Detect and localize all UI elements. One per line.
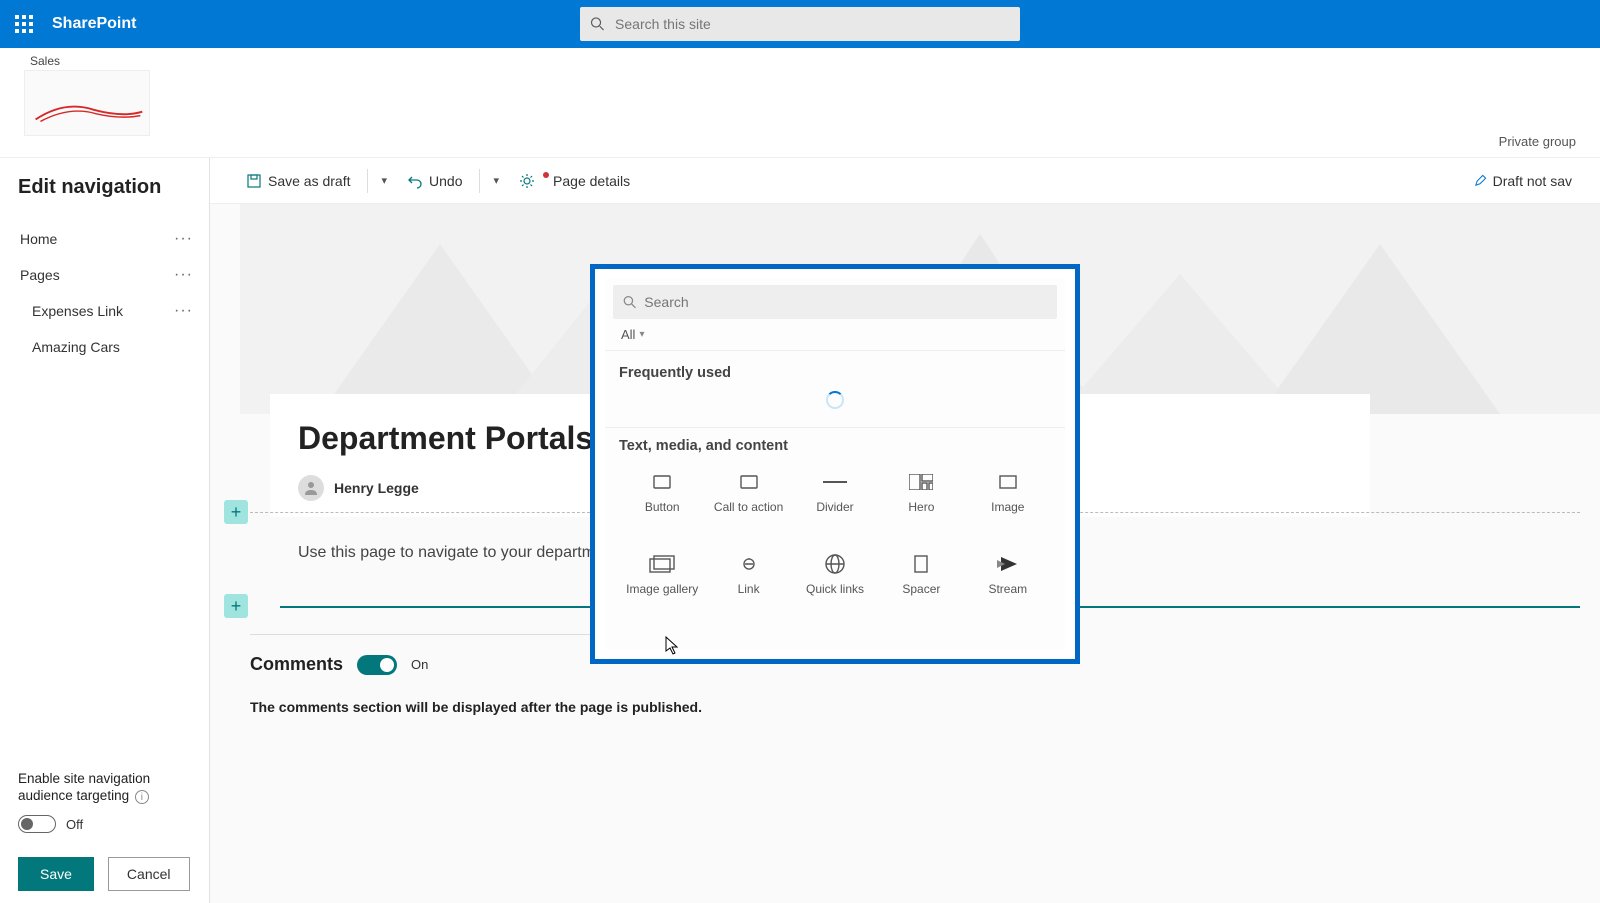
suite-search-box[interactable] bbox=[580, 7, 1020, 41]
nav-item-amazing-cars[interactable]: Amazing Cars ··· bbox=[18, 329, 195, 365]
info-icon[interactable]: i bbox=[135, 790, 149, 804]
comments-heading: Comments bbox=[250, 654, 343, 675]
picker-category-filter[interactable]: All ▾ bbox=[605, 319, 1065, 351]
webpart-spacer[interactable]: Spacer bbox=[878, 546, 964, 622]
separator bbox=[367, 169, 368, 193]
webpart-hero[interactable]: Hero bbox=[878, 464, 964, 540]
loading-spinner-icon bbox=[826, 391, 844, 409]
picker-section-heading: Frequently used bbox=[619, 365, 1051, 381]
image-icon bbox=[999, 475, 1017, 489]
cta-icon bbox=[740, 475, 758, 489]
webpart-image-gallery[interactable]: Image gallery bbox=[619, 546, 705, 622]
picker-section-heading: Text, media, and content bbox=[619, 438, 1051, 454]
section-divider bbox=[250, 512, 590, 513]
page-command-bar: Save as draft ▾ Undo ▾ Page details Draf… bbox=[210, 158, 1600, 204]
page-canvas: Department Portals Henry Legge + Use thi… bbox=[210, 204, 1600, 903]
webpart-image[interactable]: Image bbox=[965, 464, 1051, 540]
picker-search-box[interactable] bbox=[613, 285, 1057, 319]
hr bbox=[605, 427, 1065, 428]
page-details-button[interactable]: Page details bbox=[511, 167, 638, 195]
comments-toggle-state: On bbox=[411, 657, 428, 672]
search-icon bbox=[590, 16, 605, 32]
webpart-link[interactable]: Link bbox=[705, 546, 791, 622]
webpart-stream[interactable]: Stream bbox=[965, 546, 1051, 622]
app-name: SharePoint bbox=[52, 15, 136, 33]
nav-item-label: Pages bbox=[20, 267, 60, 283]
webpart-quick-links[interactable]: Quick links bbox=[792, 546, 878, 622]
nav-item-home[interactable]: Home ··· bbox=[18, 221, 195, 257]
nav-item-label: Home bbox=[20, 231, 57, 247]
comments-placeholder-text: The comments section will be displayed a… bbox=[250, 699, 702, 715]
globe-icon bbox=[824, 553, 846, 575]
waffle-icon bbox=[15, 15, 33, 33]
hero-icon bbox=[909, 474, 933, 490]
undo-icon bbox=[407, 173, 423, 189]
divider-icon bbox=[823, 480, 847, 484]
spacer-icon bbox=[914, 555, 928, 573]
group-privacy-label: Private group bbox=[1499, 134, 1576, 149]
gear-icon bbox=[519, 173, 535, 189]
gallery-icon bbox=[649, 555, 675, 573]
author-avatar[interactable] bbox=[298, 475, 324, 501]
webpart-divider[interactable]: Divider bbox=[792, 464, 878, 540]
stream-icon bbox=[997, 555, 1019, 573]
audience-targeting-label: Enable site navigation audience targetin… bbox=[18, 770, 195, 805]
person-icon bbox=[303, 480, 319, 496]
audience-targeting-toggle[interactable] bbox=[18, 815, 56, 833]
app-launcher-button[interactable] bbox=[0, 0, 48, 48]
webpart-call-to-action[interactable]: Call to action bbox=[705, 464, 791, 540]
save-as-draft-button[interactable]: Save as draft bbox=[238, 167, 359, 195]
webpart-picker-popup: All ▾ Frequently used Text, media, and c… bbox=[590, 264, 1080, 664]
site-logo[interactable] bbox=[24, 70, 150, 136]
nav-item-pages[interactable]: Pages ··· bbox=[18, 257, 195, 293]
nav-item-label: Expenses Link bbox=[32, 303, 123, 319]
undo-button[interactable]: Undo bbox=[399, 167, 470, 195]
edit-icon bbox=[1473, 174, 1487, 188]
more-icon[interactable]: ··· bbox=[174, 302, 193, 320]
cancel-button[interactable]: Cancel bbox=[108, 857, 190, 891]
picker-search-input[interactable] bbox=[644, 294, 1047, 310]
search-icon bbox=[623, 295, 636, 309]
chevron-down-icon: ▾ bbox=[639, 329, 644, 340]
webpart-button[interactable]: Button bbox=[619, 464, 705, 540]
save-button[interactable]: Save bbox=[18, 857, 94, 891]
save-split-chevron[interactable]: ▾ bbox=[376, 168, 394, 193]
separator bbox=[479, 169, 480, 193]
add-section-button[interactable]: + bbox=[224, 500, 248, 524]
save-icon bbox=[246, 173, 262, 189]
button-icon bbox=[653, 475, 671, 489]
nav-item-expenses-link[interactable]: Expenses Link ··· bbox=[18, 293, 195, 329]
more-icon[interactable]: ··· bbox=[174, 230, 193, 248]
author-name[interactable]: Henry Legge bbox=[334, 480, 419, 496]
section-divider bbox=[1040, 512, 1580, 513]
more-icon[interactable]: ··· bbox=[174, 266, 193, 284]
insertion-line bbox=[1040, 606, 1580, 608]
comments-toggle[interactable] bbox=[357, 655, 397, 675]
notification-dot-icon bbox=[543, 172, 549, 178]
mouse-cursor-icon bbox=[665, 636, 679, 656]
site-header: Sales Private group bbox=[0, 48, 1600, 158]
link-icon bbox=[736, 557, 762, 571]
suite-bar: SharePoint bbox=[0, 0, 1600, 48]
edit-nav-heading: Edit navigation bbox=[18, 176, 195, 199]
draft-status: Draft not sav bbox=[1473, 173, 1572, 189]
site-name: Sales bbox=[30, 54, 1576, 68]
toggle-state-label: Off bbox=[66, 817, 83, 832]
suite-search-input[interactable] bbox=[615, 16, 1010, 32]
insertion-line bbox=[280, 606, 590, 608]
edit-navigation-panel: Edit navigation Home ··· Pages ··· Expen… bbox=[0, 158, 210, 903]
add-section-button[interactable]: + bbox=[224, 594, 248, 618]
nav-item-label: Amazing Cars bbox=[32, 339, 120, 355]
undo-split-chevron[interactable]: ▾ bbox=[488, 168, 506, 193]
